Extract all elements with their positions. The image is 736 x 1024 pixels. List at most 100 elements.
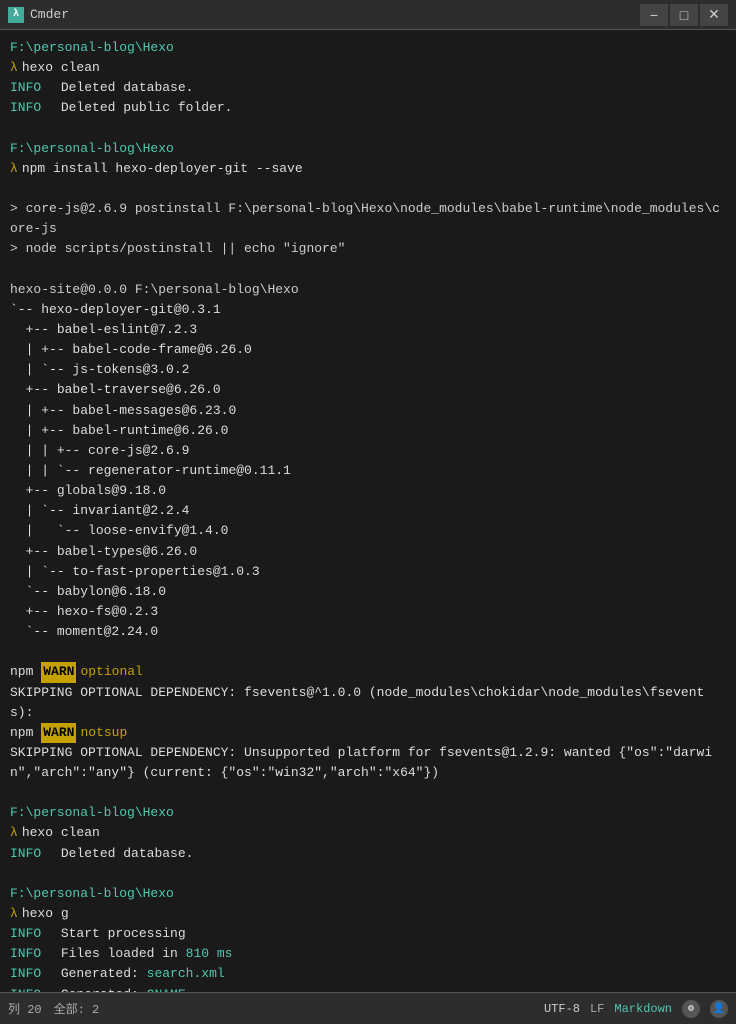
tree-text: +-- babel-eslint@7.2.3 xyxy=(10,320,197,340)
terminal-line: +-- babel-traverse@6.26.0 xyxy=(10,380,726,400)
warn-prefix: npm xyxy=(10,723,41,743)
warn-label: WARN xyxy=(41,723,76,743)
terminal-line: λhexo clean xyxy=(10,823,726,843)
terminal-line: | +-- babel-messages@6.23.0 xyxy=(10,401,726,421)
info-text: Deleted database. xyxy=(45,78,193,98)
terminal-line: | | `-- regenerator-runtime@0.11.1 xyxy=(10,461,726,481)
prompt-symbol: λ xyxy=(10,823,18,843)
prompt-symbol: λ xyxy=(10,159,18,179)
terminal-line: INFO Files loaded in 810 ms xyxy=(10,944,726,964)
plain-text: > node scripts/postinstall || echo "igno… xyxy=(10,239,345,259)
prompt-symbol: λ xyxy=(10,904,18,924)
warn-text: SKIPPING OPTIONAL DEPENDENCY: fsevents@^… xyxy=(10,683,726,723)
terminal-line xyxy=(10,783,726,803)
terminal-line: F:\personal-blog\Hexo xyxy=(10,38,726,58)
app-icon: λ xyxy=(8,7,24,23)
tree-text: | +-- babel-code-frame@6.26.0 xyxy=(10,340,252,360)
terminal-line: INFO Deleted database. xyxy=(10,844,726,864)
info-text: Generated: xyxy=(45,985,146,992)
terminal-line xyxy=(10,260,726,280)
terminal-line: λnpm install hexo-deployer-git --save xyxy=(10,159,726,179)
tree-text: +-- globals@9.18.0 xyxy=(10,481,166,501)
warn-prefix: npm xyxy=(10,662,41,682)
tree-text: `-- babylon@6.18.0 xyxy=(10,582,166,602)
terminal-line: | `-- js-tokens@3.0.2 xyxy=(10,360,726,380)
path-label: F:\personal-blog\Hexo xyxy=(10,803,174,823)
terminal-line: `-- babylon@6.18.0 xyxy=(10,582,726,602)
path-label: F:\personal-blog\Hexo xyxy=(10,38,174,58)
terminal-line: λhexo g xyxy=(10,904,726,924)
info-text: Deleted database. xyxy=(45,844,193,864)
terminal-line: hexo-site@0.0.0 F:\personal-blog\Hexo xyxy=(10,280,726,300)
terminal-line: INFO Generated: search.xml xyxy=(10,964,726,984)
terminal-line: | +-- babel-runtime@6.26.0 xyxy=(10,421,726,441)
tree-text: `-- hexo-deployer-git@0.3.1 xyxy=(10,300,221,320)
minimize-button[interactable]: − xyxy=(640,4,668,26)
terminal-line: +-- babel-eslint@7.2.3 xyxy=(10,320,726,340)
info-label: INFO xyxy=(10,944,41,964)
close-button[interactable]: ✕ xyxy=(700,4,728,26)
total-count: 全部: 2 xyxy=(54,1000,100,1017)
window-title: Cmder xyxy=(30,7,640,22)
tree-text: | `-- loose-envify@1.4.0 xyxy=(10,521,228,541)
info-text: Files loaded in xyxy=(45,944,185,964)
tree-text: | +-- babel-messages@6.23.0 xyxy=(10,401,236,421)
command-text: npm install hexo-deployer-git --save xyxy=(22,159,303,179)
user-icon[interactable]: 👤 xyxy=(710,1000,728,1018)
command-text: hexo clean xyxy=(22,58,100,78)
settings-icon[interactable]: ⚙ xyxy=(682,1000,700,1018)
terminal-line: INFO Deleted database. xyxy=(10,78,726,98)
terminal-output: F:\personal-blog\Hexoλhexo cleanINFO Del… xyxy=(0,30,736,992)
info-label: INFO xyxy=(10,844,41,864)
terminal-line: INFO Deleted public folder. xyxy=(10,98,726,118)
prompt-symbol: λ xyxy=(10,58,18,78)
status-bar: 列 20 全部: 2 UTF-8 LF Markdown ⚙ 👤 xyxy=(0,992,736,1024)
info-label: INFO xyxy=(10,924,41,944)
terminal-line: F:\personal-blog\Hexo xyxy=(10,803,726,823)
info-highlight: search.xml xyxy=(147,964,225,984)
line-ending-label: LF xyxy=(590,1002,604,1016)
terminal-line: | `-- to-fast-properties@1.0.3 xyxy=(10,562,726,582)
plain-text: > core-js@2.6.9 postinstall F:\personal-… xyxy=(10,199,726,239)
tree-text: | | +-- core-js@2.6.9 xyxy=(10,441,189,461)
terminal-line xyxy=(10,864,726,884)
terminal-line: | `-- loose-envify@1.4.0 xyxy=(10,521,726,541)
tree-text: `-- moment@2.24.0 xyxy=(10,622,158,642)
encoding-label: UTF-8 xyxy=(544,1002,580,1016)
info-text: Deleted public folder. xyxy=(45,98,232,118)
path-label: F:\personal-blog\Hexo xyxy=(10,139,174,159)
terminal-line: +-- hexo-fs@0.2.3 xyxy=(10,602,726,622)
info-label: INFO xyxy=(10,98,41,118)
terminal-line: F:\personal-blog\Hexo xyxy=(10,884,726,904)
maximize-button[interactable]: □ xyxy=(670,4,698,26)
terminal-line xyxy=(10,642,726,662)
terminal-line: npm WARN optionalSKIPPING OPTIONAL DEPEN… xyxy=(10,662,726,722)
tree-text: | | `-- regenerator-runtime@0.11.1 xyxy=(10,461,291,481)
terminal-line xyxy=(10,119,726,139)
command-text: hexo clean xyxy=(22,823,100,843)
window-controls: − □ ✕ xyxy=(640,4,728,26)
warn-keyword: notsup xyxy=(80,723,127,743)
status-right: UTF-8 LF Markdown ⚙ 👤 xyxy=(544,1000,728,1018)
command-text: hexo g xyxy=(22,904,69,924)
terminal-line: F:\personal-blog\Hexo xyxy=(10,139,726,159)
tree-text: | `-- invariant@2.2.4 xyxy=(10,501,189,521)
path-label: F:\personal-blog\Hexo xyxy=(10,884,174,904)
language-label: Markdown xyxy=(614,1002,672,1016)
info-label: INFO xyxy=(10,964,41,984)
terminal-line: npm WARN notsupSKIPPING OPTIONAL DEPENDE… xyxy=(10,723,726,783)
terminal-line: `-- moment@2.24.0 xyxy=(10,622,726,642)
tree-text: | `-- js-tokens@3.0.2 xyxy=(10,360,189,380)
plain-text: hexo-site@0.0.0 F:\personal-blog\Hexo xyxy=(10,280,299,300)
warn-text: SKIPPING OPTIONAL DEPENDENCY: Unsupporte… xyxy=(10,743,726,783)
tree-text: | `-- to-fast-properties@1.0.3 xyxy=(10,562,260,582)
terminal-line: | `-- invariant@2.2.4 xyxy=(10,501,726,521)
terminal-line xyxy=(10,179,726,199)
info-label: INFO xyxy=(10,78,41,98)
info-highlight: CNAME xyxy=(147,985,186,992)
terminal-line: INFO Generated: CNAME xyxy=(10,985,726,992)
terminal-line: > core-js@2.6.9 postinstall F:\personal-… xyxy=(10,199,726,239)
warn-keyword: optional xyxy=(80,662,142,682)
terminal-line: +-- globals@9.18.0 xyxy=(10,481,726,501)
terminal-line: INFO Start processing xyxy=(10,924,726,944)
